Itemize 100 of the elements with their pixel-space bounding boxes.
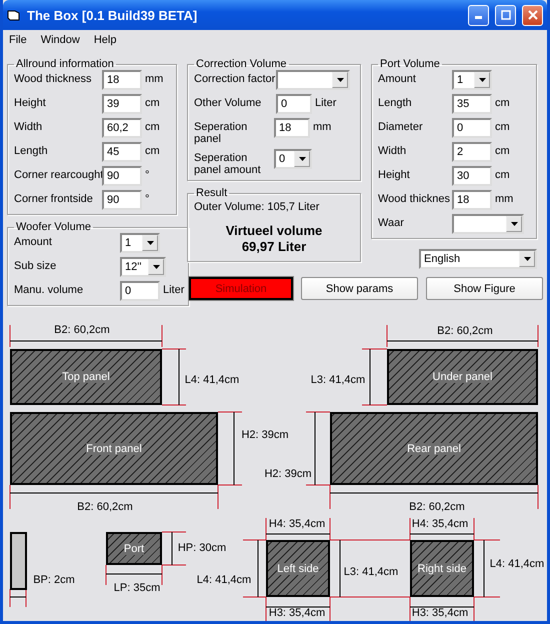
field-label: Wood thicknes bbox=[378, 192, 451, 205]
virtual-volume-text: Virtueel volume 69,97 Liter bbox=[226, 223, 322, 255]
maximize-button[interactable] bbox=[495, 4, 516, 26]
window-title: The Box [0.1 Build39 BETA] bbox=[27, 8, 198, 22]
unit-label: ° bbox=[144, 192, 150, 205]
field-label: Diameter bbox=[378, 120, 424, 133]
dropdown[interactable]: 1 bbox=[452, 70, 492, 90]
group-title: Woofer Volume bbox=[15, 221, 92, 233]
panel-label: Top panel bbox=[62, 371, 110, 383]
input-field[interactable]: 35 bbox=[452, 94, 492, 114]
dimension-label: H2: 39cm bbox=[241, 429, 289, 441]
language-dropdown[interactable]: English bbox=[419, 249, 537, 269]
menu-item[interactable]: Window bbox=[40, 34, 80, 46]
action-button[interactable]: Show Figure bbox=[426, 277, 543, 300]
input-field[interactable]: 60,2 bbox=[102, 118, 142, 138]
unit-label: cm bbox=[494, 168, 510, 181]
unit-label: cm bbox=[144, 96, 160, 109]
dimension-label: BP: 2cm bbox=[33, 574, 75, 586]
group-title: Allround information bbox=[15, 58, 115, 70]
unit-label: Liter bbox=[162, 283, 184, 296]
dropdown[interactable]: 0 bbox=[274, 149, 312, 169]
input-field[interactable]: 30 bbox=[452, 166, 492, 186]
dimension-label: H4: 35,4cm bbox=[268, 518, 326, 530]
field-label: Seperation panel amount bbox=[194, 151, 262, 176]
field-label: Other Volume bbox=[194, 96, 262, 109]
panel-label: Port bbox=[124, 542, 144, 554]
minimize-button[interactable] bbox=[468, 4, 489, 26]
input-field[interactable]: 90 bbox=[102, 166, 142, 186]
menu-item[interactable]: Help bbox=[94, 34, 116, 46]
input-field[interactable]: 0 bbox=[452, 118, 492, 138]
field-label: Amount bbox=[378, 72, 417, 85]
field-label: Width bbox=[378, 144, 408, 157]
dimension-label: B2: 60,2cm bbox=[54, 324, 110, 336]
dimension-label: B2: 60,2cm bbox=[77, 501, 133, 513]
dropdown[interactable] bbox=[452, 214, 524, 234]
panel-label: Front panel bbox=[86, 442, 142, 454]
input-field[interactable]: 45 bbox=[102, 142, 142, 162]
group-title: Result bbox=[195, 187, 228, 199]
input-field[interactable]: 90 bbox=[102, 190, 142, 210]
dimension-label: H3: 35,4cm bbox=[412, 607, 468, 619]
input-field[interactable]: 18 bbox=[102, 70, 142, 90]
dimension-label: L3: 41,4cm bbox=[310, 374, 366, 386]
caret-icon bbox=[298, 157, 306, 161]
unit-label: mm bbox=[494, 192, 514, 205]
close-button[interactable] bbox=[522, 4, 543, 26]
close-icon bbox=[528, 10, 538, 20]
field-label: Height bbox=[14, 96, 47, 109]
unit-label: cm bbox=[494, 96, 510, 109]
dimension-label: L4: 41,4cm bbox=[490, 558, 544, 570]
field-label: Length bbox=[378, 96, 413, 109]
action-button[interactable]: Show params bbox=[301, 277, 418, 300]
field-label: Amount bbox=[14, 235, 53, 248]
dimension-label: L3: 41,4cm bbox=[344, 566, 398, 578]
field-label: Corner frontside bbox=[14, 192, 94, 205]
unit-label: cm bbox=[144, 120, 160, 133]
unit-label: mm bbox=[312, 120, 332, 133]
unit-label: mm bbox=[144, 72, 164, 85]
field-label: Length bbox=[14, 144, 49, 157]
input-field[interactable]: 2 bbox=[452, 142, 492, 162]
dimension-label: HP: 30cm bbox=[178, 542, 226, 554]
dimension-label: LP: 35cm bbox=[114, 582, 160, 594]
dimension-label: B2: 60,2cm bbox=[409, 501, 465, 513]
input-field[interactable]: 18 bbox=[274, 118, 310, 138]
caret-icon bbox=[524, 257, 530, 261]
field-label: Sub size bbox=[14, 259, 58, 272]
caret-icon bbox=[510, 222, 518, 226]
dimension-label: H4: 35,4cm bbox=[412, 518, 468, 530]
field-label: Wood thickness bbox=[14, 72, 92, 85]
dropdown[interactable]: 12'' bbox=[120, 257, 166, 277]
dimension-label: H3: 35,4cm bbox=[268, 607, 326, 619]
input-field[interactable]: 0 bbox=[276, 94, 312, 114]
menu-item[interactable]: File bbox=[9, 34, 27, 46]
group-title: Correction Volume bbox=[195, 58, 288, 70]
caret-icon bbox=[336, 78, 344, 82]
unit-label: cm bbox=[144, 144, 160, 157]
input-field[interactable]: 18 bbox=[452, 190, 492, 210]
port-bar-drawing bbox=[10, 532, 27, 590]
field-label: Width bbox=[14, 120, 44, 133]
panel-label: Under panel bbox=[432, 371, 492, 383]
panel-label: Right side bbox=[418, 562, 466, 574]
dimension-label: H2: 39cm bbox=[264, 468, 312, 480]
dropdown[interactable] bbox=[276, 70, 350, 90]
field-label: Manu. volume bbox=[14, 283, 84, 296]
unit-label: Liter bbox=[314, 96, 336, 109]
dimension-label: L4: 41,4cm bbox=[184, 374, 240, 386]
field-label: Waar bbox=[378, 216, 405, 229]
field-label: Corner rearcought bbox=[14, 168, 102, 181]
caret-icon bbox=[146, 241, 154, 245]
input-field[interactable]: 39 bbox=[102, 94, 142, 114]
input-field[interactable]: 0 bbox=[120, 281, 160, 301]
field-label: Correction factor bbox=[194, 72, 276, 85]
dimension-label: L4: 41,4cm bbox=[196, 574, 252, 586]
panel-label: Rear panel bbox=[407, 442, 461, 454]
group-title: Port Volume bbox=[379, 58, 441, 70]
dimension-label: B2: 60,2cm bbox=[437, 325, 493, 337]
field-label: Height bbox=[378, 168, 411, 181]
unit-label: cm bbox=[494, 120, 510, 133]
dropdown[interactable]: 1 bbox=[120, 233, 160, 253]
window-icon bbox=[7, 8, 21, 22]
outer-volume-text: Outer Volume: 105,7 Liter bbox=[194, 201, 320, 213]
